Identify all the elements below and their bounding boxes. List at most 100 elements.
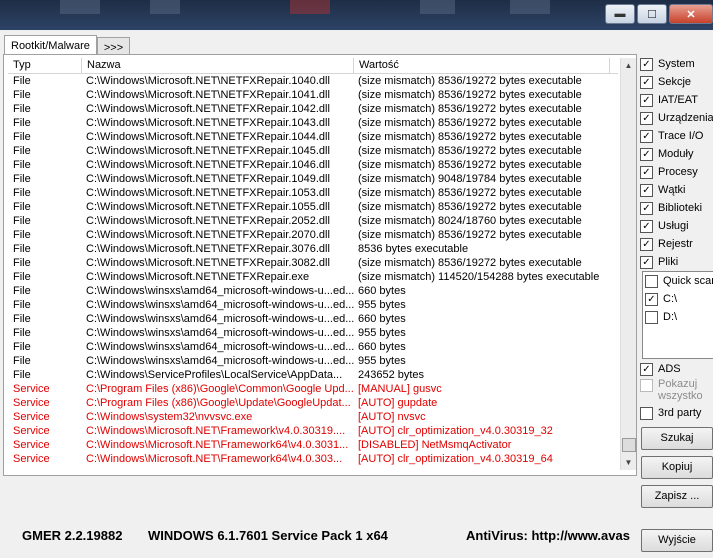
cell-value: 8536 bytes executable: [358, 243, 469, 255]
checkbox-icon: [645, 274, 658, 288]
cell-name: C:\Windows\winsxs\amd64_microsoft-window…: [86, 355, 355, 367]
column-header-value[interactable]: Wartość: [354, 58, 610, 73]
cell-name: C:\Windows\winsxs\amd64_microsoft-window…: [86, 341, 355, 353]
table-row[interactable]: File C:\Windows\Microsoft.NET\NETFXRepair…: [8, 270, 618, 284]
checkbox-icon: ✓: [640, 93, 653, 107]
checkbox-option[interactable]: ✓ Moduły: [640, 145, 713, 163]
scan-button[interactable]: Szukaj: [641, 427, 713, 450]
scrollbar-thumb[interactable]: [622, 438, 636, 452]
cell-type: File: [13, 215, 31, 227]
minimize-button[interactable]: ▬: [605, 4, 635, 24]
checkbox-option[interactable]: ✓ Urządzenia: [640, 109, 713, 127]
copy-button[interactable]: Kopiuj: [641, 456, 713, 479]
checkbox-option[interactable]: ✓ System: [640, 55, 713, 73]
cell-type: File: [13, 313, 31, 325]
cell-type: File: [13, 243, 31, 255]
checkbox-label: Trace I/O: [658, 130, 704, 142]
table-row[interactable]: File C:\Windows\winsxs\amd64_microsoft-wi…: [8, 284, 618, 298]
table-row[interactable]: Service C:\Windows\system32\nvvsvc.exe [AU…: [8, 410, 618, 424]
checkbox-ads[interactable]: ✓ ADS: [640, 360, 713, 378]
cell-type: Service: [13, 453, 50, 465]
antivirus-label: AntiVirus: http://www.avas: [466, 528, 630, 543]
checkbox-label: Quick scan: [663, 275, 713, 287]
cell-type: Service: [13, 383, 50, 395]
table-row[interactable]: File C:\Windows\Microsoft.NET\NETFXRepair…: [8, 102, 618, 116]
scroll-down-icon[interactable]: ▼: [621, 455, 636, 470]
checkbox-icon: ✓: [640, 147, 653, 161]
table-row[interactable]: File C:\Windows\Microsoft.NET\NETFXRepair…: [8, 88, 618, 102]
checkbox-icon: ✓: [640, 255, 653, 269]
save-button[interactable]: Zapisz ...: [641, 485, 713, 508]
table-row[interactable]: File C:\Windows\Microsoft.NET\NETFXRepair…: [8, 242, 618, 256]
close-button[interactable]: ✕: [669, 4, 713, 24]
checkbox-icon: ✓: [640, 237, 653, 251]
cell-name: C:\Windows\winsxs\amd64_microsoft-window…: [86, 327, 355, 339]
table-row[interactable]: File C:\Windows\Microsoft.NET\NETFXRepair…: [8, 130, 618, 144]
cell-type: Service: [13, 397, 50, 409]
checkbox-option[interactable]: ✓ Sekcje: [640, 73, 713, 91]
cell-name: C:\Windows\Microsoft.NET\NETFXRepair.104…: [86, 117, 330, 129]
cell-name: C:\Windows\Microsoft.NET\NETFXRepair.exe: [86, 271, 310, 283]
table-row[interactable]: File C:\Windows\Microsoft.NET\NETFXRepair…: [8, 74, 618, 88]
vertical-scrollbar[interactable]: ▲ ▼: [620, 58, 636, 470]
table-row[interactable]: Service C:\Program Files (x86)\Google\Upd…: [8, 396, 618, 410]
title-bar: ▬ ☐ ✕: [0, 0, 713, 30]
cell-type: File: [13, 271, 31, 283]
maximize-button[interactable]: ☐: [637, 4, 667, 24]
table-row[interactable]: Service C:\Windows\Microsoft.NET\Framewor…: [8, 424, 618, 438]
table-row[interactable]: File C:\Windows\Microsoft.NET\NETFXRepair…: [8, 158, 618, 172]
checkbox-icon: [645, 310, 658, 324]
background-blur: [290, 0, 330, 14]
scroll-up-icon[interactable]: ▲: [621, 58, 636, 73]
table-row[interactable]: Service C:\Windows\Microsoft.NET\Framewor…: [8, 438, 618, 452]
tab-rootkit-malware[interactable]: Rootkit/Malware: [4, 35, 97, 56]
checkbox-option[interactable]: ✓ Usługi: [640, 217, 713, 235]
cell-value: 660 bytes: [358, 341, 406, 353]
cell-value: (size mismatch) 9048/19784 bytes executa…: [358, 173, 582, 185]
table-row[interactable]: File C:\Windows\Microsoft.NET\NETFXRepair…: [8, 228, 618, 242]
table-row[interactable]: File C:\Windows\Microsoft.NET\NETFXRepair…: [8, 256, 618, 270]
cell-name: C:\Program Files (x86)\Google\Common\Goo…: [86, 383, 354, 395]
cell-name: C:\Windows\system32\nvvsvc.exe: [86, 411, 253, 423]
table-row[interactable]: File C:\Windows\winsxs\amd64_microsoft-wi…: [8, 312, 618, 326]
checkbox-third-party[interactable]: 3rd party: [640, 404, 713, 422]
table-row[interactable]: File C:\Windows\winsxs\amd64_microsoft-wi…: [8, 340, 618, 354]
table-row[interactable]: File C:\Windows\Microsoft.NET\NETFXRepair…: [8, 144, 618, 158]
checkbox-option[interactable]: ✓ Pliki: [640, 253, 713, 271]
table-row[interactable]: File C:\Windows\Microsoft.NET\NETFXRepair…: [8, 116, 618, 130]
column-header-type[interactable]: Typ: [8, 58, 82, 73]
results-list[interactable]: Typ Nazwa Wartość File C:\Windows\Microso…: [8, 58, 618, 470]
cell-value: [DISABLED] NetMsmqActivator: [358, 439, 512, 451]
exit-button[interactable]: Wyjście: [641, 529, 713, 552]
checkbox-icon: ✓: [640, 111, 653, 125]
table-row[interactable]: File C:\Windows\winsxs\amd64_microsoft-wi…: [8, 326, 618, 340]
checkbox-option[interactable]: ✓ Wątki: [640, 181, 713, 199]
checkbox-drive[interactable]: ✓ C:\: [643, 290, 713, 308]
checkbox-option[interactable]: ✓ Procesy: [640, 163, 713, 181]
checkbox-option[interactable]: ✓ Biblioteki: [640, 199, 713, 217]
os-label: WINDOWS 6.1.7601 Service Pack 1 x64: [148, 528, 388, 543]
checkbox-show-all: Pokazuj wszystko: [640, 378, 713, 404]
checkbox-option[interactable]: ✓ IAT/EAT: [640, 91, 713, 109]
table-row[interactable]: Service C:\Windows\Microsoft.NET\Framewor…: [8, 452, 618, 466]
checkbox-drive[interactable]: Quick scan: [643, 272, 713, 290]
cell-value: (size mismatch) 8536/19272 bytes executa…: [358, 75, 582, 87]
column-header-name[interactable]: Nazwa: [82, 58, 354, 73]
table-row[interactable]: File C:\Windows\Microsoft.NET\NETFXRepair…: [8, 200, 618, 214]
cell-type: Service: [13, 425, 50, 437]
table-row[interactable]: Service C:\Program Files (x86)\Google\Com…: [8, 382, 618, 396]
table-row[interactable]: File C:\Windows\Microsoft.NET\NETFXRepair…: [8, 172, 618, 186]
cell-value: (size mismatch) 8536/19272 bytes executa…: [358, 103, 582, 115]
cell-type: File: [13, 103, 31, 115]
table-row[interactable]: File C:\Windows\winsxs\amd64_microsoft-wi…: [8, 354, 618, 368]
checkbox-drive[interactable]: D:\: [643, 308, 713, 326]
checkbox-label: Sekcje: [658, 76, 692, 88]
checkbox-icon: ✓: [640, 201, 653, 215]
table-row[interactable]: File C:\Windows\ServiceProfiles\LocalServ…: [8, 368, 618, 382]
table-row[interactable]: File C:\Windows\winsxs\amd64_microsoft-wi…: [8, 298, 618, 312]
checkbox-option[interactable]: ✓ Trace I/O: [640, 127, 713, 145]
table-row[interactable]: File C:\Windows\Microsoft.NET\NETFXRepair…: [8, 214, 618, 228]
cell-value: 243652 bytes: [358, 369, 425, 381]
table-row[interactable]: File C:\Windows\Microsoft.NET\NETFXRepair…: [8, 186, 618, 200]
checkbox-option[interactable]: ✓ Rejestr: [640, 235, 713, 253]
